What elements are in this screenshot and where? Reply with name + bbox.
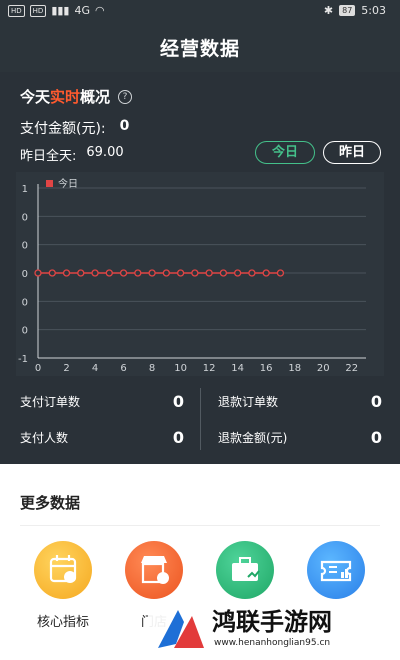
- data-point: [148, 269, 156, 277]
- data-point: [162, 269, 170, 277]
- data-point: [134, 269, 142, 277]
- store-chart-icon: [125, 541, 183, 599]
- realtime-title-highlight: 实时: [50, 88, 81, 106]
- x-tick-label: 2: [63, 363, 69, 374]
- x-tick-label: 12: [203, 363, 216, 374]
- wifi-icon: ◠: [95, 4, 105, 17]
- data-point: [219, 269, 228, 277]
- x-tick-label: 6: [120, 363, 126, 374]
- stat-paid-orders: 支付订单数 0: [20, 392, 184, 411]
- x-tick-label: 0: [35, 363, 41, 374]
- stat-value: 0: [370, 428, 382, 447]
- y-tick-label: 0: [22, 297, 28, 308]
- help-icon[interactable]: ?: [118, 89, 133, 104]
- today-button[interactable]: 今日: [255, 141, 315, 164]
- more-data-title: 更多数据: [20, 494, 81, 512]
- status-left: HD HD ▮▮▮ 4G ◠: [8, 4, 105, 17]
- yesterday-button[interactable]: 昨日: [323, 141, 381, 164]
- realtime-title: 今天 实时 概况 ?: [20, 86, 133, 107]
- realtime-line-chart: 100000-10 2 4 6 8 10 12 14 16 18 20 22今日: [16, 172, 384, 376]
- data-point: [119, 269, 128, 277]
- watermark-url: www.henanhonglian95.cn: [214, 638, 331, 648]
- y-tick-label: -1: [18, 354, 28, 365]
- bluetooth-icon: ✱: [323, 4, 334, 17]
- data-point: [62, 269, 71, 277]
- x-tick-label: 22: [345, 363, 358, 374]
- y-tick-label: 1: [22, 184, 28, 195]
- data-point: [91, 269, 99, 277]
- stat-refund-amount: 退款金额(元) 0: [218, 428, 382, 447]
- x-tick-label: 10: [174, 363, 187, 374]
- page-title: 经营数据: [159, 38, 240, 60]
- legend-label: 今日: [58, 177, 78, 190]
- yesterday-total: 昨日全天: 69.00: [20, 145, 124, 164]
- tile-label: 核心指标: [36, 615, 89, 630]
- top-bar: 经营数据: [0, 22, 400, 72]
- x-tick-label: 20: [317, 363, 330, 374]
- data-point: [262, 269, 270, 277]
- hd-badge: HD: [8, 4, 25, 17]
- stat-label: 支付人数: [20, 431, 69, 445]
- data-point: [248, 269, 256, 277]
- data-point: [48, 269, 56, 277]
- stat-refund-orders: 退款订单数 0: [218, 392, 382, 411]
- stat-value: 0: [172, 428, 184, 447]
- y-tick-label: 0: [22, 326, 28, 337]
- x-tick-label: 8: [149, 363, 155, 374]
- network-label: 4G: [74, 4, 91, 17]
- watermark-logo-icon: [158, 610, 204, 648]
- clock: 5:03: [361, 4, 386, 17]
- data-point: [176, 269, 185, 277]
- data-point: [234, 269, 242, 277]
- realtime-title-suffix: 概况: [80, 88, 111, 106]
- x-tick-label: 16: [260, 363, 273, 374]
- tile-core-metrics[interactable]: 核心指标: [18, 541, 108, 630]
- stats-divider: [200, 388, 201, 450]
- divider: [20, 525, 380, 526]
- y-tick-label: 0: [22, 241, 28, 252]
- stat-value: 0: [370, 392, 382, 411]
- data-point: [276, 269, 285, 277]
- pay-amount-label: 支付金额(元):: [20, 121, 106, 137]
- watermark: 鸿联手游网 www.henanhonglian95.cn: [148, 600, 400, 660]
- watermark-text: 鸿联手游网: [212, 608, 332, 636]
- battery-icon: 87: [339, 5, 356, 16]
- pay-amount-value: 0: [119, 118, 130, 134]
- x-tick-label: 14: [231, 363, 244, 374]
- x-tick-label: 18: [288, 363, 301, 374]
- hd-badge-2: HD: [29, 4, 47, 17]
- signal-icon: ▮▮▮: [51, 4, 70, 17]
- data-point: [191, 269, 199, 277]
- stat-label: 退款订单数: [218, 395, 279, 409]
- x-tick-label: 4: [92, 363, 98, 374]
- y-tick-label: 0: [22, 212, 28, 223]
- stat-label: 退款金额(元): [218, 431, 288, 445]
- realtime-title-prefix: 今天: [20, 88, 51, 106]
- ticket-chart-icon: [307, 541, 365, 599]
- data-point: [205, 269, 213, 277]
- legend-swatch: [46, 180, 53, 187]
- calendar-chart-icon: [34, 541, 92, 599]
- briefcase-chart-icon: [216, 541, 274, 599]
- yesterday-value: 69.00: [86, 145, 124, 160]
- status-right: ✱ 87 5:03: [324, 4, 386, 17]
- data-point: [105, 269, 113, 277]
- stat-value: 0: [172, 392, 184, 411]
- stat-label: 支付订单数: [20, 395, 81, 409]
- stat-paying-users: 支付人数 0: [20, 428, 184, 447]
- data-point: [34, 269, 42, 277]
- status-bar: HD HD ▮▮▮ 4G ◠ ✱ 87 5:03: [0, 0, 400, 22]
- y-tick-label: 0: [22, 269, 28, 280]
- yesterday-label: 昨日全天:: [20, 149, 77, 164]
- data-point: [77, 269, 85, 277]
- pay-amount: 支付金额(元): 0: [20, 118, 129, 138]
